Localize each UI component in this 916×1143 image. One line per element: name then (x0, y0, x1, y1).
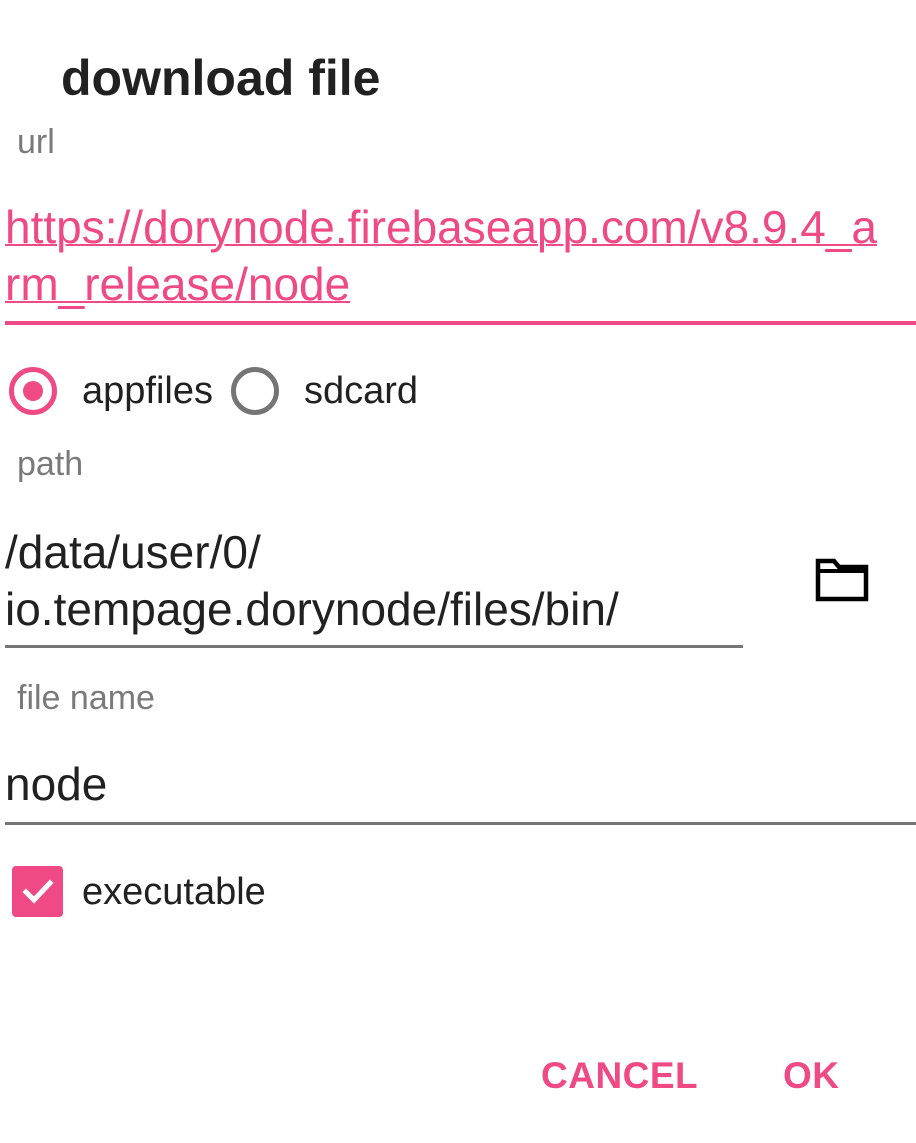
dialog-title: download file (61, 50, 381, 106)
download-file-dialog: download file url https://dorynode.fireb… (0, 0, 916, 1143)
radio-unchecked-icon[interactable] (230, 367, 279, 415)
path-input[interactable]: /data/user/0/ io.tempage.dorynode/files/… (5, 524, 743, 648)
path-value[interactable]: /data/user/0/ io.tempage.dorynode/files/… (5, 524, 743, 638)
executable-checkbox[interactable] (12, 866, 63, 917)
ok-button[interactable]: OK (783, 1052, 840, 1100)
dialog-actions: CANCEL OK (0, 1052, 916, 1102)
radio-sdcard-label[interactable]: sdcard (304, 368, 418, 414)
radio-appfiles[interactable]: appfiles (9, 367, 213, 415)
path-label: path (17, 445, 84, 483)
filename-label: file name (17, 679, 155, 717)
storage-radio-group: appfiles sdcard (9, 362, 418, 420)
url-label: url (17, 123, 55, 161)
folder-icon[interactable] (814, 557, 870, 603)
radio-sdcard[interactable]: sdcard (230, 367, 418, 415)
filename-input-underline (5, 822, 916, 825)
url-input-underline (5, 321, 916, 325)
filename-input[interactable]: node (5, 756, 916, 826)
radio-appfiles-label[interactable]: appfiles (82, 368, 213, 414)
filename-value[interactable]: node (5, 756, 916, 813)
executable-label[interactable]: executable (82, 869, 266, 915)
executable-checkbox-row[interactable]: executable (12, 866, 266, 917)
radio-checked-icon[interactable] (9, 367, 57, 415)
url-input[interactable]: https://dorynode.firebaseapp.com/v8.9.4_… (5, 199, 916, 327)
browse-folder-button[interactable] (808, 548, 876, 612)
path-input-underline (5, 645, 743, 648)
checkmark-icon (21, 878, 54, 904)
cancel-button[interactable]: CANCEL (541, 1052, 698, 1100)
url-value[interactable]: https://dorynode.firebaseapp.com/v8.9.4_… (5, 199, 890, 313)
